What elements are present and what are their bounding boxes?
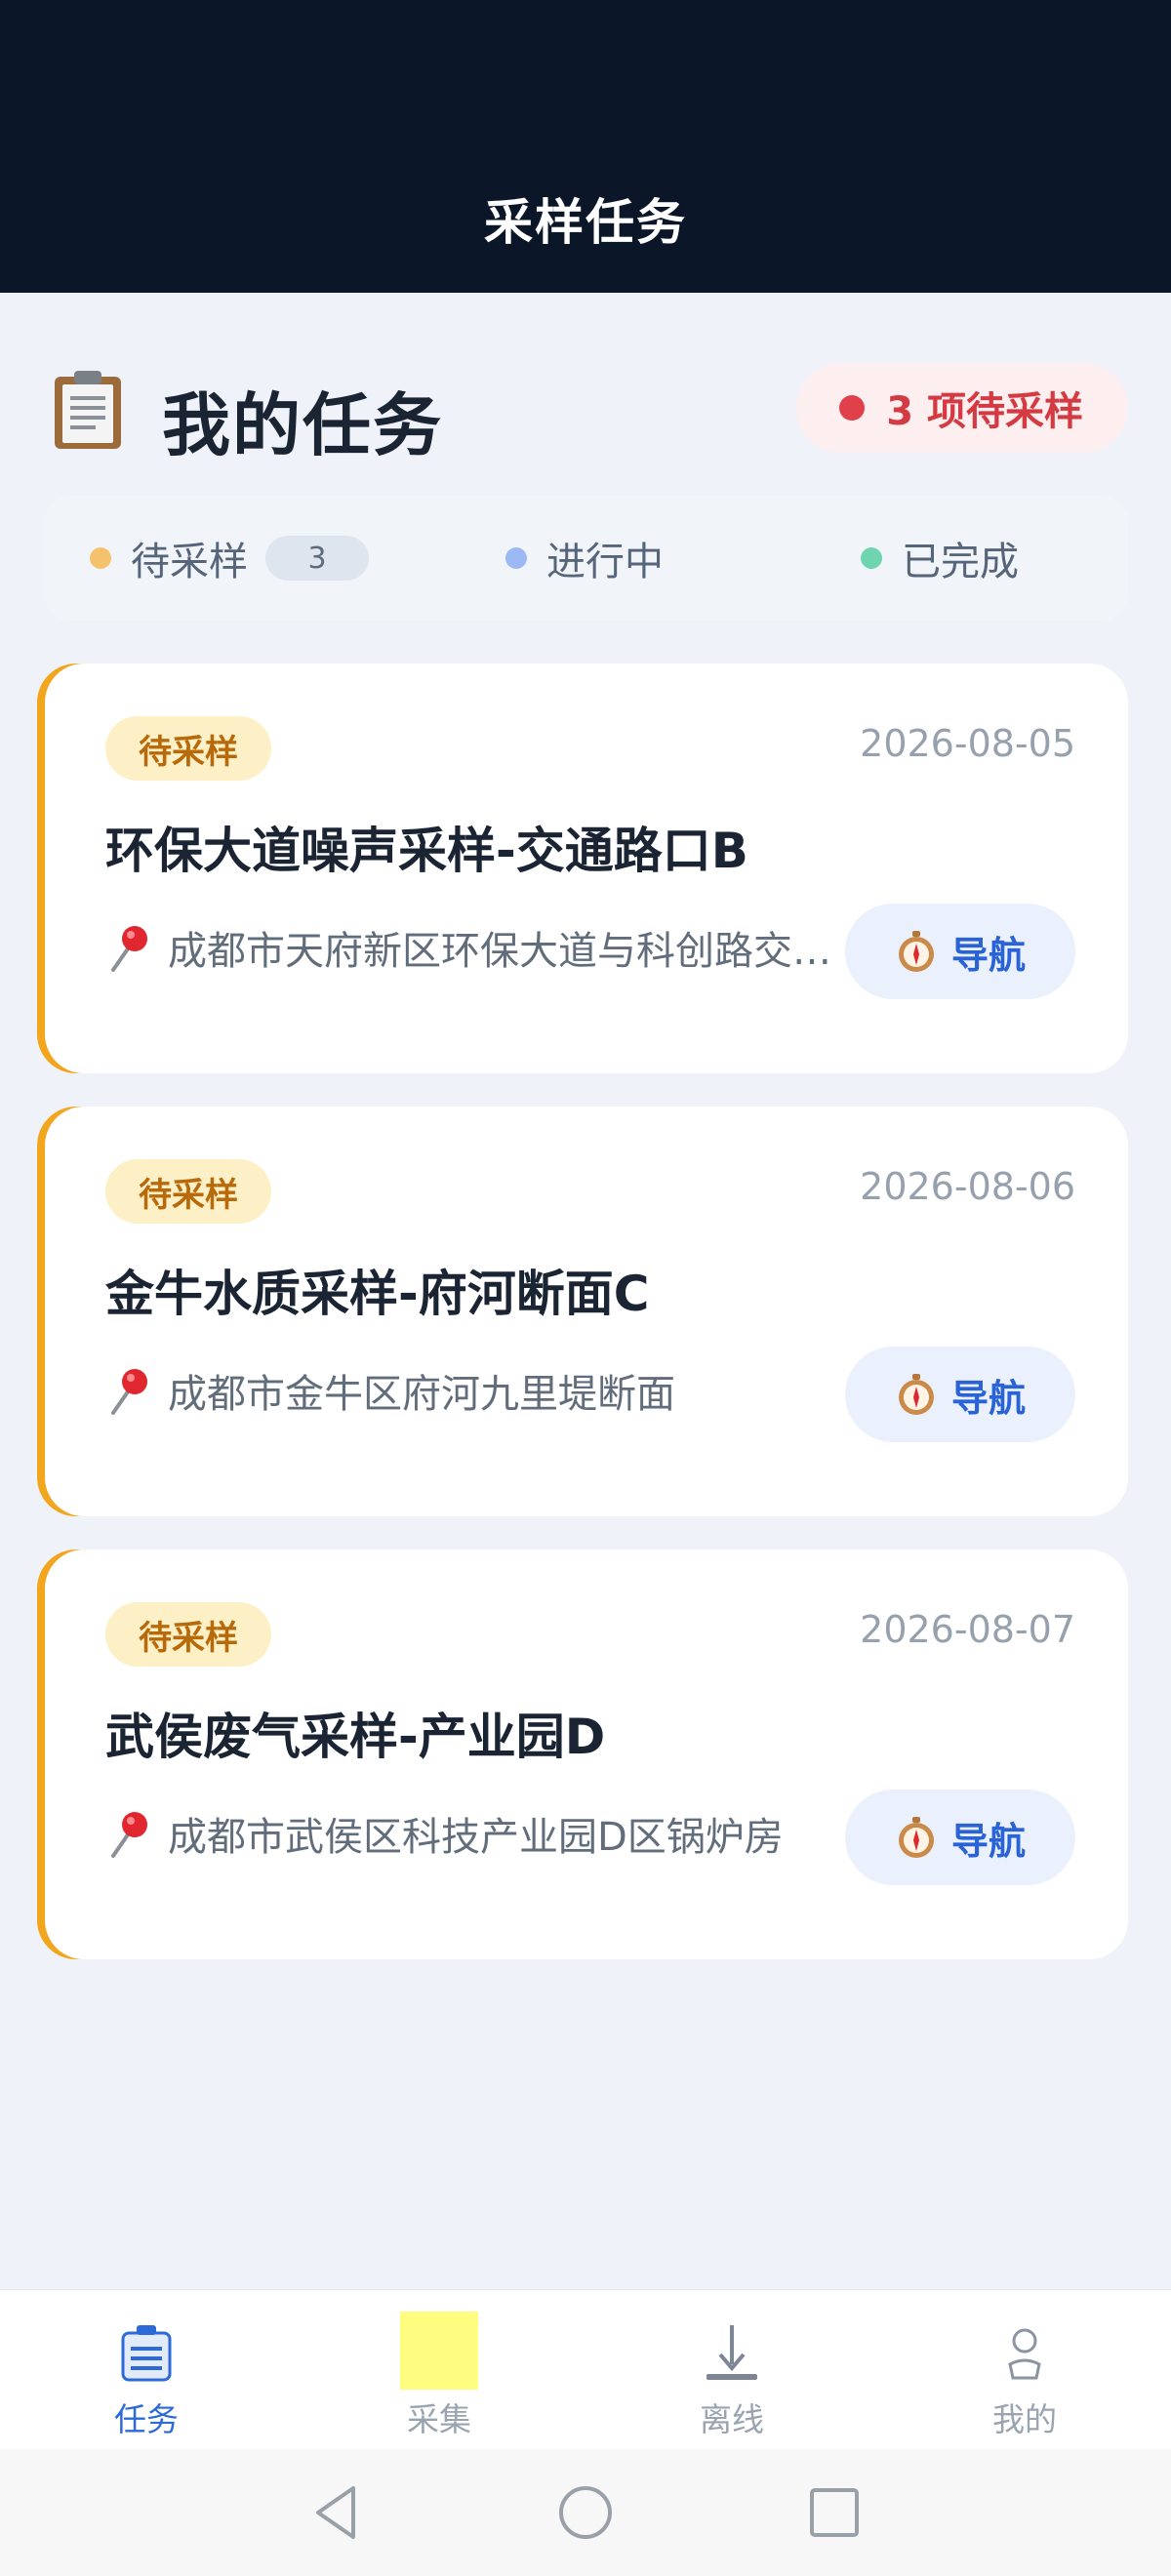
alert-dot-icon xyxy=(839,395,866,421)
section-title: 我的任务 xyxy=(162,385,443,465)
collect-icon xyxy=(400,2312,478,2390)
pending-count-badge: 3 项待采样 xyxy=(796,363,1128,453)
filter-in-progress[interactable]: 进行中 xyxy=(505,496,664,621)
tab-tasks[interactable]: 任务 xyxy=(0,2290,293,2450)
recents-icon[interactable] xyxy=(800,2478,868,2547)
tab-label: 任务 xyxy=(114,2400,179,2438)
filter-completed[interactable]: 已完成 xyxy=(861,496,1019,621)
task-date: 2026-08-07 xyxy=(860,1608,1075,1651)
task-address: 成都市金牛区府河九里堤断面 xyxy=(168,1372,675,1417)
status-filter-bar: 待采样 3 进行中 已完成 xyxy=(45,496,1128,621)
pending-dot-icon xyxy=(90,547,111,569)
system-navigation-bar xyxy=(0,2449,1171,2576)
tab-offline[interactable]: 离线 xyxy=(586,2290,878,2450)
in-progress-dot-icon xyxy=(505,547,527,569)
tab-profile[interactable]: 我的 xyxy=(878,2290,1171,2450)
task-card[interactable]: 待采样 2026-08-05 环保大道噪声采样-交通路口B 成都市天府新区环保大… xyxy=(45,664,1128,1073)
task-title: 武侯废气采样-产业园D xyxy=(105,1709,606,1765)
navigate-button[interactable]: 导航 xyxy=(845,904,1075,999)
filter-label: 已完成 xyxy=(902,540,1019,584)
back-icon[interactable] xyxy=(303,2478,371,2547)
navigate-label: 导航 xyxy=(950,933,1026,977)
filter-label: 进行中 xyxy=(546,540,664,584)
status-badge: 待采样 xyxy=(105,716,271,781)
task-title: 环保大道噪声采样-交通路口B xyxy=(105,823,748,879)
pending-count-text: 3 项待采样 xyxy=(886,389,1083,434)
task-date: 2026-08-06 xyxy=(860,1165,1075,1208)
task-card[interactable]: 待采样 2026-08-07 武侯废气采样-产业园D 成都市武侯区科技产业园D区… xyxy=(45,1550,1128,1959)
task-title: 金牛水质采样-府河断面C xyxy=(105,1266,650,1322)
navigate-button[interactable]: 导航 xyxy=(845,1347,1075,1442)
task-date: 2026-08-05 xyxy=(860,722,1075,765)
location-pin-icon xyxy=(111,1369,147,1415)
task-card[interactable]: 待采样 2026-08-06 金牛水质采样-府河断面C 成都市金牛区府河九里堤断… xyxy=(45,1107,1128,1516)
tab-label: 离线 xyxy=(700,2400,764,2438)
task-address: 成都市武侯区科技产业园D区锅炉房 xyxy=(168,1815,784,1860)
home-icon[interactable] xyxy=(551,2478,620,2547)
tab-label: 我的 xyxy=(992,2400,1057,2438)
filter-label: 待采样 xyxy=(131,540,248,584)
completed-dot-icon xyxy=(861,547,882,569)
task-address: 成都市天府新区环保大道与科创路交叉口 xyxy=(168,929,851,974)
navigate-label: 导航 xyxy=(950,1819,1026,1863)
location-pin-icon xyxy=(111,1812,147,1858)
download-icon xyxy=(707,2325,757,2380)
compass-icon xyxy=(898,1374,934,1415)
section-header: 我的任务 3 项待采样 xyxy=(49,361,1128,465)
navigate-label: 导航 xyxy=(950,1376,1026,1420)
location-pin-icon xyxy=(111,926,147,972)
tab-label: 采集 xyxy=(407,2400,471,2438)
app-header: 采样任务 xyxy=(0,0,1171,293)
navigate-button[interactable]: 导航 xyxy=(845,1790,1075,1885)
task-list-icon xyxy=(121,2325,172,2382)
status-badge: 待采样 xyxy=(105,1602,271,1667)
compass-icon xyxy=(898,931,934,972)
tab-collect[interactable]: 采集 xyxy=(293,2290,586,2450)
status-badge: 待采样 xyxy=(105,1159,271,1224)
filter-pending[interactable]: 待采样 3 xyxy=(90,496,369,621)
page-title: 采样任务 xyxy=(484,194,687,251)
clipboard-icon xyxy=(55,371,121,449)
bottom-tab-bar: 任务 采集 离线 我的 xyxy=(0,2289,1171,2449)
profile-icon xyxy=(1008,2328,1041,2380)
filter-count-badge: 3 xyxy=(265,536,369,581)
compass-icon xyxy=(898,1817,934,1858)
